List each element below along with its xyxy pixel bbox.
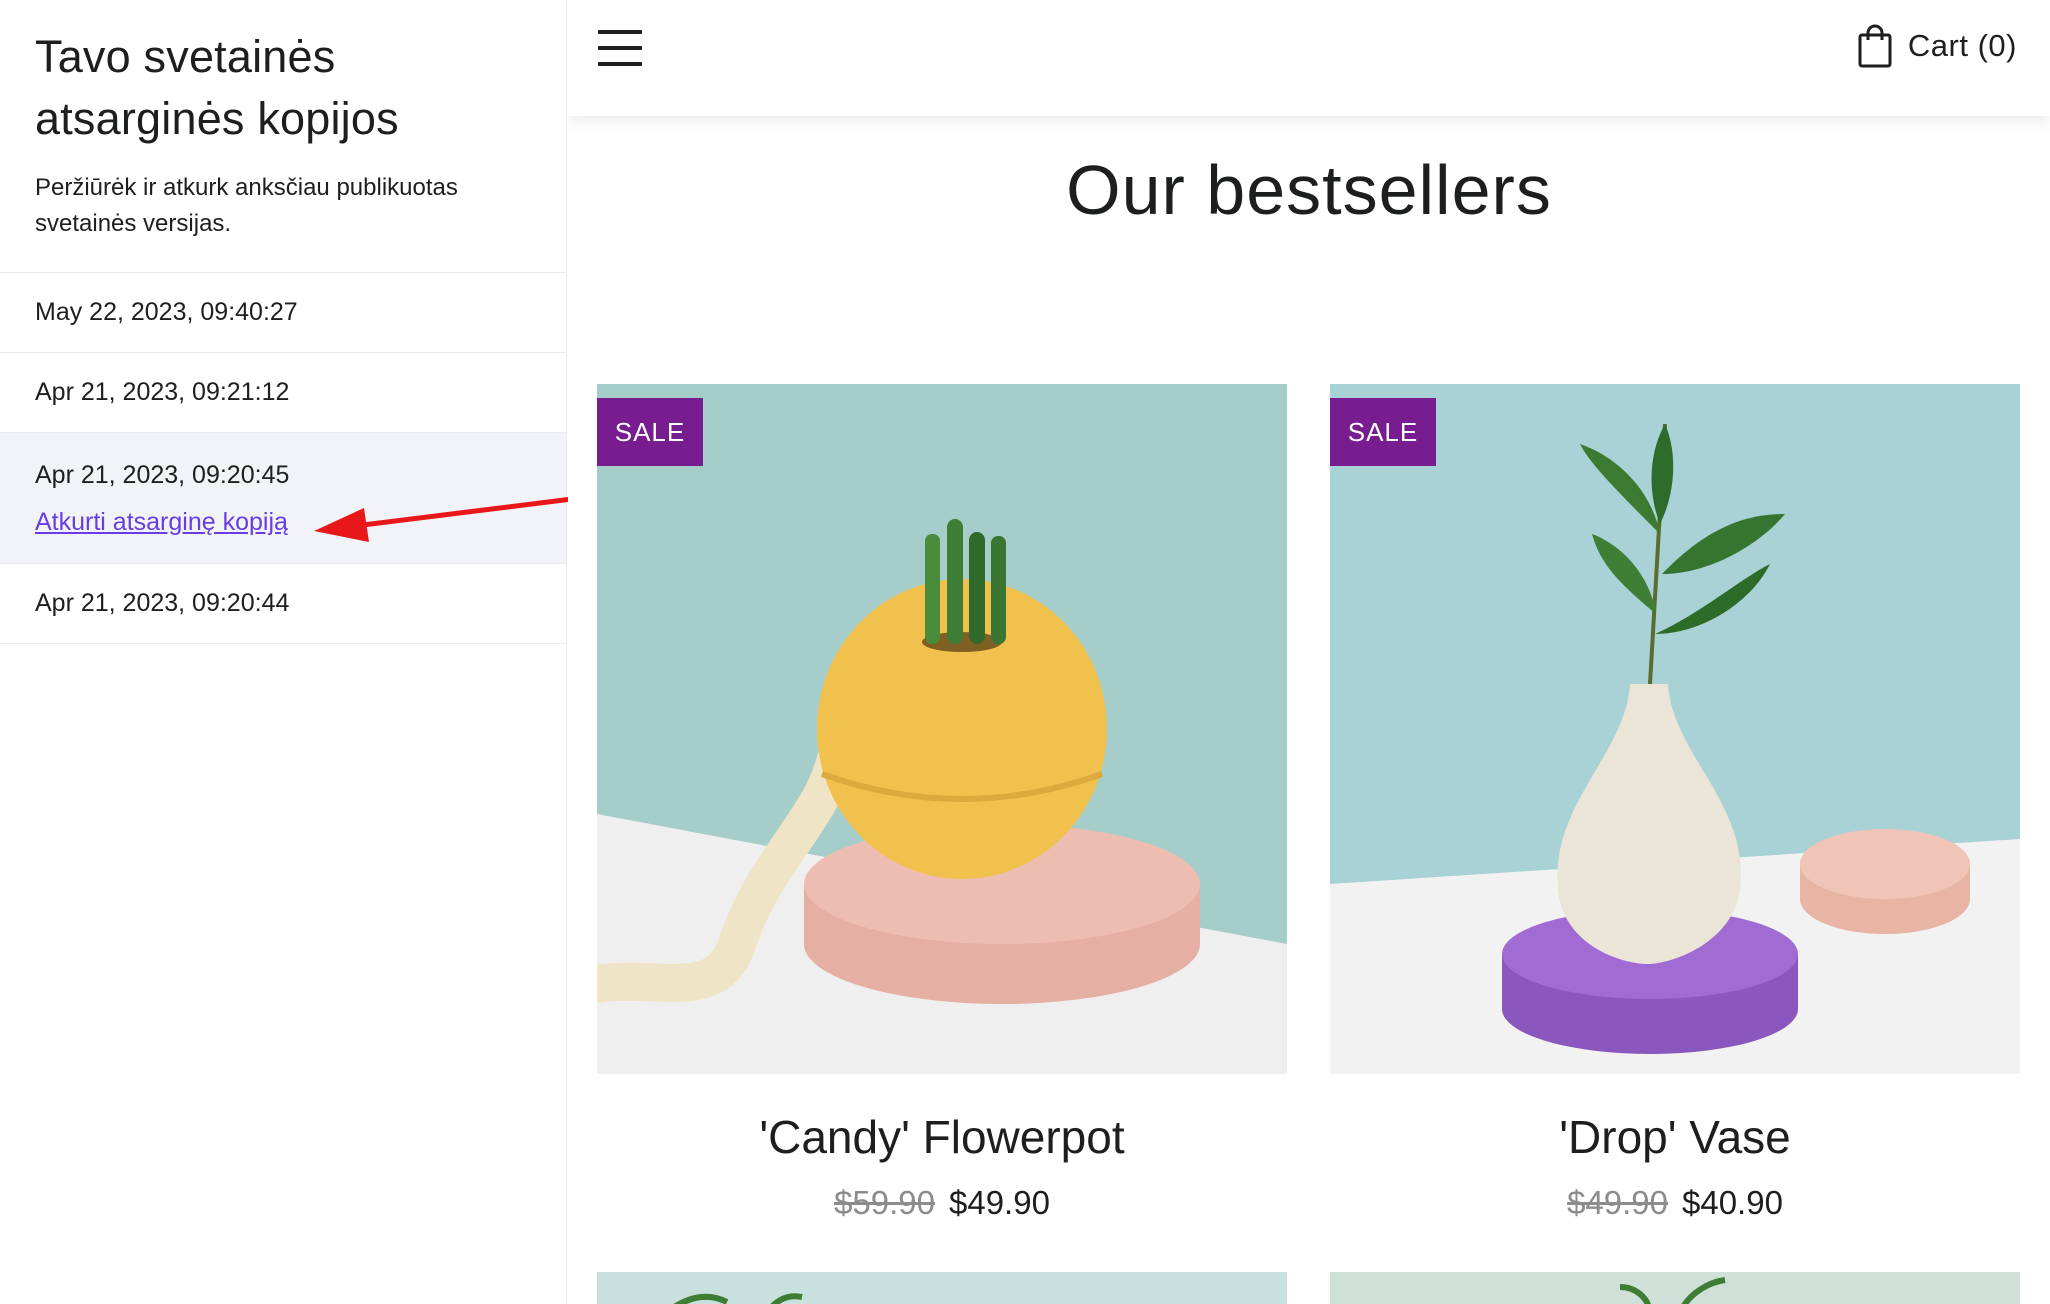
product-name[interactable]: 'Candy' Flowerpot [597, 1110, 1287, 1164]
sidebar-title: Tavo svetainės atsarginės kopijos [35, 31, 399, 144]
sidebar-header: Tavo svetainės atsarginės kopijos Peržiū… [0, 0, 566, 273]
cart-label: Cart (0) [1907, 28, 2017, 63]
product-name[interactable]: 'Drop' Vase [1330, 1110, 2020, 1164]
product-card[interactable]: SALE 'Candy' Flowerpot $59.90 $49.90 [597, 384, 1287, 1222]
hamburger-menu-icon[interactable] [598, 30, 642, 66]
site-header: Cart (0) [568, 0, 2050, 116]
backup-item[interactable]: Apr 21, 2023, 09:20:44 [0, 564, 566, 644]
annotation-arrow-icon [314, 495, 583, 542]
backup-date: Apr 21, 2023, 09:20:44 [35, 589, 290, 617]
plant-image [1330, 1272, 2020, 1304]
shopping-bag-icon [1858, 24, 1892, 68]
backup-date: May 22, 2023, 09:40:27 [35, 298, 298, 326]
product-image-partial[interactable] [597, 1272, 1287, 1304]
backup-date: Apr 21, 2023, 09:20:45 [35, 461, 290, 489]
restore-backup-link[interactable]: Atkurti atsarginę kopiją [35, 508, 288, 537]
backup-item[interactable]: May 22, 2023, 09:40:27 [0, 273, 566, 353]
plant-image [597, 1272, 1287, 1304]
sale-badge: SALE [597, 398, 703, 466]
vase-image [1330, 384, 2020, 1074]
new-price: $49.90 [949, 1184, 1050, 1221]
product-image-partial[interactable] [1330, 1272, 2020, 1304]
old-price: $59.90 [834, 1184, 935, 1221]
sidebar-subtitle: Peržiūrėk ir atkurk anksčiau publikuotas… [35, 174, 458, 237]
cart-button[interactable]: Cart (0) [1858, 24, 2017, 68]
product-image[interactable]: SALE [1330, 384, 2020, 1074]
product-image[interactable]: SALE [597, 384, 1287, 1074]
backups-sidebar: Tavo svetainės atsarginės kopijos Peržiū… [0, 0, 567, 1304]
price-row: $59.90 $49.90 [597, 1184, 1287, 1222]
old-price: $49.90 [1567, 1184, 1668, 1221]
site-preview: Cart (0) Our bestsellers SALE 'Candy' Fl… [568, 0, 2050, 1304]
flowerpot-image [597, 384, 1287, 1074]
backup-date: Apr 21, 2023, 09:21:12 [35, 378, 290, 406]
new-price: $40.90 [1682, 1184, 1783, 1221]
backup-item[interactable]: Apr 21, 2023, 09:21:12 [0, 353, 566, 433]
price-row: $49.90 $40.90 [1330, 1184, 2020, 1222]
sale-badge: SALE [1330, 398, 1436, 466]
section-title: Our bestsellers [1066, 151, 1552, 229]
product-card[interactable]: SALE 'Drop' Vase $49.90 $40.90 [1330, 384, 2020, 1222]
